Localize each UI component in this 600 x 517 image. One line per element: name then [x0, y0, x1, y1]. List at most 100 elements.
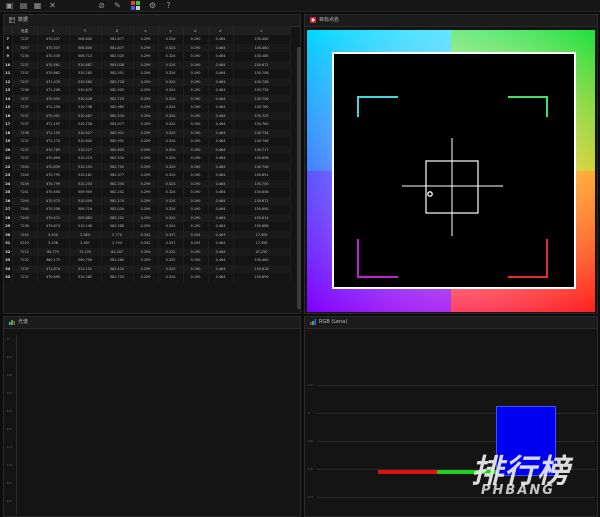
- table-cell: 0.464: [208, 35, 234, 44]
- y-tick-label: 1.2: [308, 383, 313, 387]
- table-row[interactable]: 24 7239 470.799 510.253 582.350 0.299 0.324 0.1…: [4, 179, 291, 188]
- table-cell: 470.901: [37, 111, 70, 120]
- table-row[interactable]: 32 7212 60.770 72.109 81.247 0.299 0.325 0.190 0…: [4, 247, 291, 256]
- column-header[interactable]: v': [208, 26, 234, 35]
- table-row[interactable]: 21 7237 470.894 510.213 582.534 0.299 0.324 0.1…: [4, 154, 291, 163]
- table-row[interactable]: 16 7237 470.901 510.467 582.534 0.299 0.324 0.1…: [4, 111, 291, 120]
- spectrum-plot-area[interactable]: [16, 335, 299, 515]
- column-header[interactable]: Z: [101, 26, 134, 35]
- table-cell: 7240: [12, 205, 38, 214]
- target-inner-frame: [332, 52, 576, 289]
- open-folder-icon[interactable]: ▤: [19, 1, 28, 10]
- table-cell: 0.324: [158, 128, 184, 137]
- table-cell: 150.672: [233, 196, 291, 205]
- column-header[interactable]: X: [37, 26, 70, 35]
- table-row[interactable]: 12 7237 471.070 510.560 582.728 0.299 0.324 0.1…: [4, 77, 291, 86]
- table-header-row: 色温 X Y Z x y u' v' L: [4, 26, 291, 35]
- column-header[interactable]: 色温: [12, 26, 38, 35]
- y-tick-label: 1: [7, 337, 9, 341]
- table-cell: 7232: [12, 256, 38, 265]
- table-row[interactable]: 28 7240 470.471 509.883 582.202 0.299 0.324 0.1…: [4, 213, 291, 222]
- table-cell: 510.213: [69, 154, 102, 163]
- table-row[interactable]: 27 7240 470.556 509.719 582.034 0.299 0.324 0.1…: [4, 205, 291, 214]
- table-cell: 0.190: [183, 60, 209, 69]
- edit-icon[interactable]: ✎: [113, 1, 122, 10]
- table-cell: 0.193: [183, 239, 209, 248]
- table-row[interactable]: 31 5220 3.236 3.387 2.794 0.342 0.337 0.193 0.46…: [4, 239, 291, 248]
- target-display[interactable]: [307, 30, 595, 312]
- vertical-scrollbar[interactable]: [297, 47, 301, 309]
- table-row[interactable]: 14 7237 470.950 510.428 582.729 0.299 0.324 0.1…: [4, 94, 291, 103]
- table-cell: 150.760: [233, 120, 291, 129]
- table-cell: 0.299: [133, 94, 159, 103]
- measurement-point[interactable]: [427, 191, 433, 197]
- table-cell: 471.155: [37, 128, 70, 137]
- column-header[interactable]: L: [233, 26, 291, 35]
- table-cell: 510.627: [69, 128, 102, 137]
- table-row[interactable]: 18 7236 471.155 510.627 582.921 0.299 0.324 0.1…: [4, 128, 291, 137]
- new-file-icon[interactable]: ▣: [5, 1, 14, 10]
- y-tick-label: 0.2: [7, 481, 12, 485]
- table-row[interactable]: 7 7237 470.537 506.800 581.877 0.299 0.324 0.19…: [4, 35, 291, 44]
- column-header[interactable]: y: [158, 26, 184, 35]
- table-cell: 0.324: [158, 60, 184, 69]
- table-cell: 510.253: [69, 162, 102, 171]
- table-row[interactable]: 8 7257 470.537 506.800 581.877 0.299 0.324 0.19…: [4, 43, 291, 52]
- table-row[interactable]: 22 7240 470.839 510.253 582.705 0.299 0.324 0.1…: [4, 162, 291, 171]
- y-tick-label: 0.5: [7, 427, 12, 431]
- table-row[interactable]: 29 7238 470.673 510.146 582.588 0.299 0.324 0.1…: [4, 222, 291, 231]
- table-cell: 0.204: [183, 230, 209, 239]
- rgb-panel-header: RGB (Lena): [305, 317, 597, 329]
- table-row[interactable]: 17 7237 471.197 510.758 583.077 0.299 0.324 0.1…: [4, 120, 291, 129]
- column-header[interactable]: Y: [69, 26, 102, 35]
- table-cell: 471.197: [37, 120, 70, 129]
- table-cell: 72.109: [69, 247, 102, 256]
- table-cell: 590.756: [69, 256, 102, 265]
- table-cell: 0.299: [133, 171, 159, 180]
- data-panel: 数据 色温 X Y Z x y u' v' L 7 7237 470.537 5…: [3, 14, 301, 324]
- table-cell: 0.324: [158, 103, 184, 112]
- table-cell: 0.299: [133, 256, 159, 265]
- table-row[interactable]: 20 7237 470.769 510.227 582.603 0.299 0.324 0.1…: [4, 145, 291, 154]
- palette-icon[interactable]: [131, 1, 140, 10]
- table-cell: 0.324: [158, 77, 184, 86]
- table-cell: 150.760: [233, 103, 291, 112]
- table-cell: 0.299: [133, 213, 159, 222]
- table-cell: 0.299: [133, 247, 159, 256]
- table-icon: [9, 17, 15, 23]
- column-header[interactable]: x: [133, 26, 159, 35]
- table-cell: 0.463: [208, 230, 234, 239]
- table-row[interactable]: 35 7237 470.895 510.285 582.703 0.299 0.324 0.1…: [4, 273, 291, 282]
- table-row[interactable]: 10 7237 470.561 510.887 583.038 0.299 0.324 0.1…: [4, 60, 291, 69]
- save-icon[interactable]: ▦: [33, 1, 42, 10]
- table-cell: 582.921: [101, 128, 134, 137]
- link-icon[interactable]: ⊘: [97, 1, 106, 10]
- table-cell: 0.299: [133, 196, 159, 205]
- table-row[interactable]: 26 7240 470.575 510.009 582.274 0.299 0.324 0.1…: [4, 196, 291, 205]
- table-row[interactable]: 19 7237 471.173 510.600 582.901 0.299 0.324 0.1…: [4, 137, 291, 146]
- table-row[interactable]: 34 7237 471.874 511.151 583.420 0.299 0.324 0.1…: [4, 264, 291, 273]
- y-tick-label: 0.8: [7, 373, 12, 377]
- data-table-container[interactable]: 色温 X Y Z x y u' v' L 7 7237 470.537 506.800…: [4, 26, 301, 319]
- table-row[interactable]: 11 7237 470.882 510.283 582.551 0.299 0.324 0.1…: [4, 69, 291, 78]
- table-row[interactable]: 9 7235 470.539 506.713 582.025 0.299 0.324 0.19…: [4, 52, 291, 61]
- row-number: 26: [4, 196, 13, 205]
- help-icon[interactable]: ?: [164, 1, 173, 10]
- table-row[interactable]: 33 7232 460.175 590.756 581.560 0.299 0.325 0.1…: [4, 256, 291, 265]
- table-cell: 7237: [12, 77, 38, 86]
- column-header[interactable]: u': [183, 26, 209, 35]
- settings-icon[interactable]: ⚙: [148, 1, 157, 10]
- table-row[interactable]: 30 7245 3.530 2.364 2.770 0.342 0.337 0.204 0.46…: [4, 230, 291, 239]
- table-cell: 150.672: [233, 60, 291, 69]
- table-cell: 0.342: [133, 239, 159, 248]
- table-cell: 470.795: [37, 171, 70, 180]
- close-icon[interactable]: ✕: [48, 1, 57, 10]
- table-row[interactable]: 25 7241 470.404 509.909 582.202 0.299 0.324 0.1…: [4, 188, 291, 197]
- table-cell: 0.324: [158, 94, 184, 103]
- table-row[interactable]: 23 7240 470.795 510.181 582.377 0.299 0.324 0.1…: [4, 171, 291, 180]
- table-row[interactable]: 13 7236 471.206 510.675 582.903 0.299 0.324 0.1…: [4, 86, 291, 95]
- table-row[interactable]: 15 7237 471.259 510.736 582.965 0.299 0.324 0.1…: [4, 103, 291, 112]
- table-cell: 3.387: [69, 239, 102, 248]
- table-cell: 0.324: [158, 196, 184, 205]
- row-number: 10: [4, 60, 13, 69]
